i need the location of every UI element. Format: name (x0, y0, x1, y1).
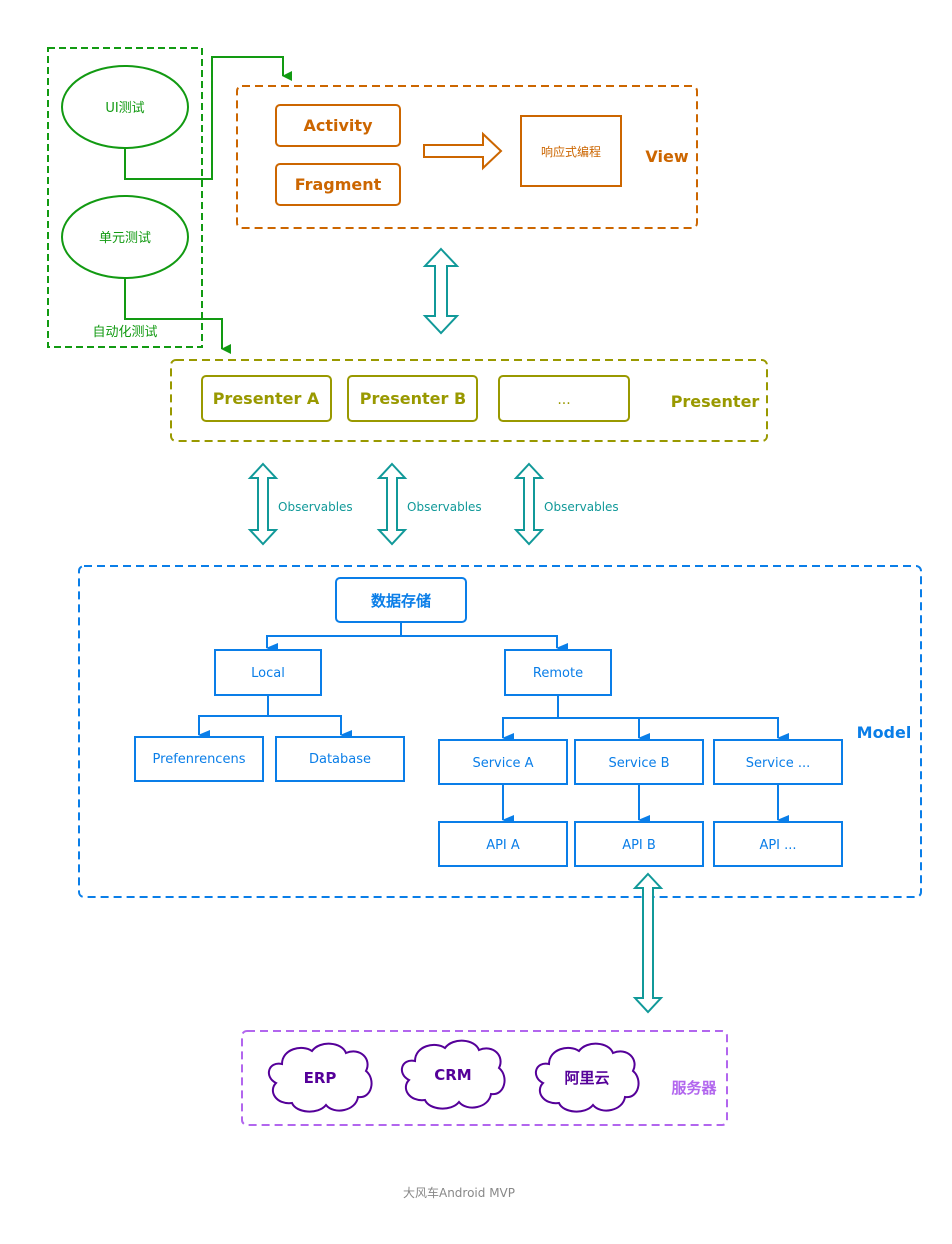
connector (401, 635, 568, 653)
diagram-caption: 大风车Android MVP (403, 1185, 515, 1200)
automated-testing-group: UI测试 单元测试 自动化测试 (47, 47, 292, 354)
reactive-programming-label: 响应式编程 (541, 144, 601, 159)
observables-label: Observables (278, 500, 353, 514)
database-label: Database (309, 752, 371, 767)
service-a-label: Service A (472, 756, 533, 771)
service-more-label: Service ... (746, 756, 811, 771)
local-label: Local (251, 666, 285, 681)
api-b-label: API B (622, 838, 656, 853)
api-more-label: API ... (759, 838, 796, 853)
server-layer-label: 服务器 (671, 1079, 717, 1097)
double-arrow-icon (632, 872, 664, 1014)
connector (558, 717, 650, 743)
block-arrow-right-icon (423, 131, 503, 171)
double-arrow-icon (513, 462, 545, 546)
service-b-label: Service B (608, 756, 669, 771)
connector (268, 715, 352, 740)
double-arrow-icon (376, 462, 408, 546)
connector (639, 717, 789, 743)
mvp-diagram: UI测试 单元测试 自动化测试 Activity Fragment 响应式编程 … (47, 47, 922, 1200)
connector (266, 622, 402, 653)
cloud-erp[interactable]: ERP (267, 1042, 373, 1113)
model-layer: 数据存储 Local Remote Prefenrencens Database… (78, 565, 922, 898)
presenter-a-label: Presenter A (213, 389, 320, 408)
observables-label: Observables (544, 500, 619, 514)
cloud-aliyun[interactable]: 阿里云 (534, 1042, 640, 1113)
erp-label: ERP (304, 1069, 337, 1087)
presenter-more-label: ... (557, 392, 570, 408)
double-arrow-icon (422, 247, 460, 335)
aliyun-label: 阿里云 (564, 1069, 609, 1087)
api-a-label: API A (486, 838, 520, 853)
observables-group: Observables Observables Observables (247, 462, 619, 546)
crm-label: CRM (434, 1066, 472, 1084)
ui-test-label: UI测试 (105, 101, 144, 116)
double-arrow-icon (247, 462, 279, 546)
model-layer-label: Model (857, 723, 912, 742)
connector (198, 695, 269, 740)
activity-label: Activity (304, 116, 374, 135)
cloud-crm[interactable]: CRM (400, 1039, 506, 1110)
presenter-layer: Presenter A Presenter B ... Presenter (170, 359, 768, 442)
view-layer: Activity Fragment 响应式编程 View (236, 85, 698, 229)
presenter-b-label: Presenter B (360, 389, 466, 408)
observables-label: Observables (407, 500, 482, 514)
connector (502, 695, 559, 743)
unit-test-label: 单元测试 (99, 231, 151, 246)
preferences-label: Prefenrencens (153, 752, 246, 767)
presenter-layer-label: Presenter (671, 392, 760, 411)
fragment-label: Fragment (295, 175, 382, 194)
automated-testing-label: 自动化测试 (92, 325, 157, 340)
remote-label: Remote (533, 666, 583, 681)
server-layer: ERP CRM 阿里云 服务器 (241, 1030, 728, 1126)
data-storage-label: 数据存储 (371, 592, 431, 610)
view-layer-label: View (645, 147, 688, 166)
